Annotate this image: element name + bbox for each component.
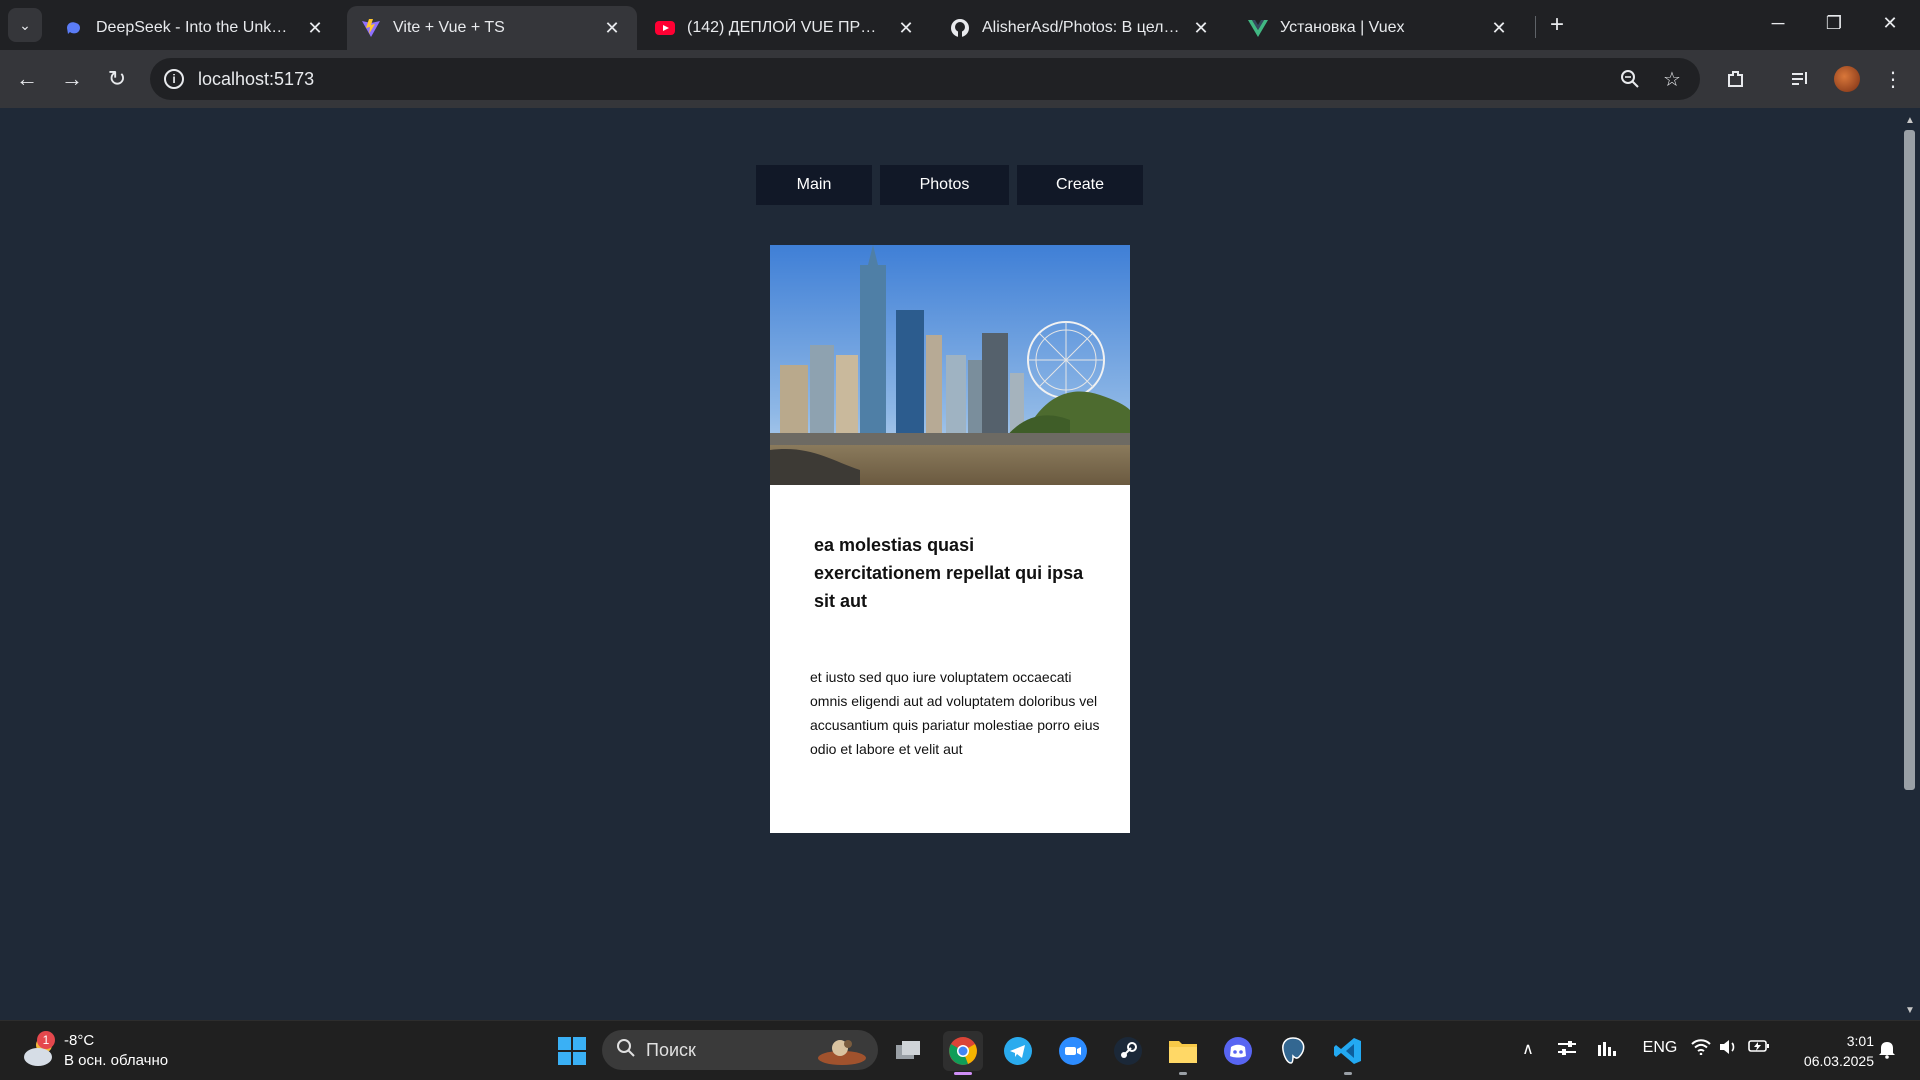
vite-icon	[361, 18, 381, 38]
running-indicator	[1179, 1072, 1187, 1075]
file-explorer-icon[interactable]	[1163, 1031, 1203, 1075]
close-window-button[interactable]: ✕	[1862, 0, 1918, 46]
close-icon[interactable]: ✕	[895, 17, 917, 39]
tray-settings-icon[interactable]	[1556, 1039, 1578, 1057]
close-icon[interactable]: ✕	[1190, 17, 1212, 39]
notifications-bell-icon[interactable]	[1874, 1039, 1900, 1059]
close-icon[interactable]: ✕	[601, 17, 623, 39]
github-icon	[950, 18, 970, 38]
arrow-left-icon: ←	[16, 66, 38, 91]
deepseek-icon	[64, 18, 84, 38]
arrow-right-icon: →	[61, 66, 83, 91]
photo-card: ea molestias quasi exercitationem repell…	[770, 245, 1130, 833]
chrome-icon[interactable]	[943, 1031, 983, 1075]
volume-icon[interactable]	[1718, 1039, 1740, 1055]
weather-badge: 1	[37, 1031, 55, 1049]
media-control-icon[interactable]	[1783, 62, 1817, 96]
windows-logo-icon	[558, 1037, 586, 1065]
minimize-button[interactable]: ─	[1750, 0, 1806, 46]
scrollbar-thumb[interactable]	[1904, 130, 1915, 790]
restore-button[interactable]: ❐	[1806, 0, 1862, 46]
card-body: et iusto sed quo iure voluptatem occaeca…	[810, 669, 1100, 757]
wifi-icon[interactable]	[1690, 1039, 1712, 1055]
reload-icon: ↻	[107, 66, 127, 91]
show-hidden-icons-chevron-icon[interactable]: ∧	[1518, 1039, 1538, 1059]
clock-date: 06.03.2025	[1803, 1053, 1874, 1069]
running-indicator	[1344, 1072, 1352, 1075]
close-icon[interactable]: ✕	[1488, 17, 1510, 39]
extensions-icon[interactable]	[1719, 62, 1753, 96]
scroll-down-icon[interactable]: ▼	[1904, 1004, 1916, 1016]
discord-icon[interactable]	[1218, 1031, 1258, 1071]
chevron-down-icon: ⌄	[19, 16, 31, 33]
search-highlight-icon	[812, 1034, 868, 1071]
weather-widget[interactable]: 1 -8°C В осн. облачно	[20, 1029, 168, 1073]
card-photo	[770, 245, 1130, 485]
nav-create-button[interactable]: Create	[1017, 165, 1143, 205]
profile-avatar[interactable]	[1834, 66, 1860, 92]
tab-deepseek[interactable]: DeepSeek - Into the Unknown ✕	[50, 6, 340, 50]
zoom-icon[interactable]	[1618, 67, 1642, 91]
browser-toolbar: ← → ↻ i localhost:5173 ☆ ⋮	[0, 50, 1920, 108]
search-label: Поиск	[646, 1039, 696, 1060]
system-clock[interactable]: 3:01 06.03.2025	[1790, 1031, 1874, 1071]
windows-taskbar: 1 -8°C В осн. облачно Поиск ∧ ENG 3:01 0…	[0, 1020, 1920, 1080]
tab-vite-vue-ts[interactable]: Vite + Vue + TS ✕	[347, 6, 637, 50]
plus-icon: +	[1549, 11, 1564, 38]
bookmark-star-icon[interactable]: ☆	[1660, 67, 1684, 91]
tab-title: Vite + Vue + TS	[393, 19, 505, 36]
restore-icon: ❐	[1825, 12, 1843, 33]
telegram-icon[interactable]	[998, 1031, 1038, 1071]
more-menu-icon[interactable]: ⋮	[1876, 62, 1910, 96]
main-nav: Main Photos Create	[756, 165, 1143, 205]
close-icon[interactable]: ✕	[304, 17, 326, 39]
card-title: ea molestias quasi exercitationem repell…	[814, 535, 1084, 611]
address-bar[interactable]: i localhost:5173 ☆	[150, 58, 1700, 100]
close-icon: ✕	[1882, 12, 1898, 33]
back-button[interactable]: ←	[10, 62, 44, 96]
nav-photos-button[interactable]: Photos	[880, 165, 1009, 205]
tab-title: AlisherAsd/Photos: В целях уче	[982, 19, 1182, 36]
tab-vuex[interactable]: Установка | Vuex ✕	[1234, 6, 1524, 50]
steam-icon[interactable]	[1108, 1031, 1148, 1071]
tab-title: (142) ДЕПЛОЙ VUE ПРИЛОЖЕНИЯ	[687, 19, 887, 36]
tab-github[interactable]: AlisherAsd/Photos: В целях уче ✕	[936, 6, 1226, 50]
postgresql-icon[interactable]	[1273, 1031, 1313, 1071]
clock-time: 3:01	[1846, 1033, 1874, 1049]
forward-button[interactable]: →	[55, 62, 89, 96]
weather-cloud-sun-icon: 1	[20, 1031, 60, 1071]
weather-desc: В осн. облачно	[64, 1052, 169, 1069]
reload-button[interactable]: ↻	[100, 62, 134, 96]
language-indicator[interactable]: ENG	[1640, 1039, 1680, 1057]
site-info-icon[interactable]: i	[164, 69, 184, 89]
tab-youtube[interactable]: (142) ДЕПЛОЙ VUE ПРИЛОЖЕНИЯ ✕	[641, 6, 931, 50]
tab-title: DeepSeek - Into the Unknown	[96, 19, 296, 36]
search-icon	[616, 1038, 636, 1063]
start-button[interactable]	[552, 1031, 592, 1071]
youtube-icon	[655, 18, 675, 38]
zoom-app-icon[interactable]	[1053, 1031, 1093, 1071]
tab-title: Установка | Vuex	[1280, 19, 1405, 36]
tab-divider	[1535, 16, 1536, 38]
taskbar-search[interactable]: Поиск	[602, 1030, 878, 1070]
scroll-up-icon[interactable]: ▲	[1904, 114, 1916, 126]
vscode-icon[interactable]	[1328, 1031, 1368, 1075]
task-view-icon[interactable]	[888, 1031, 928, 1071]
weather-temp: -8°C	[64, 1032, 95, 1049]
address-url[interactable]: localhost:5173	[198, 69, 314, 90]
tray-app-icon[interactable]	[1596, 1039, 1618, 1057]
tab-strip: ⌄ DeepSeek - Into the Unknown ✕ Vite + V…	[0, 0, 1920, 50]
vue-icon	[1248, 18, 1268, 38]
active-indicator	[954, 1072, 972, 1075]
tab-search-button[interactable]: ⌄	[8, 8, 42, 42]
nav-main-button[interactable]: Main	[756, 165, 872, 205]
battery-icon[interactable]	[1747, 1039, 1771, 1053]
minimize-icon: ─	[1771, 12, 1785, 33]
new-tab-button[interactable]: +	[1543, 11, 1571, 39]
